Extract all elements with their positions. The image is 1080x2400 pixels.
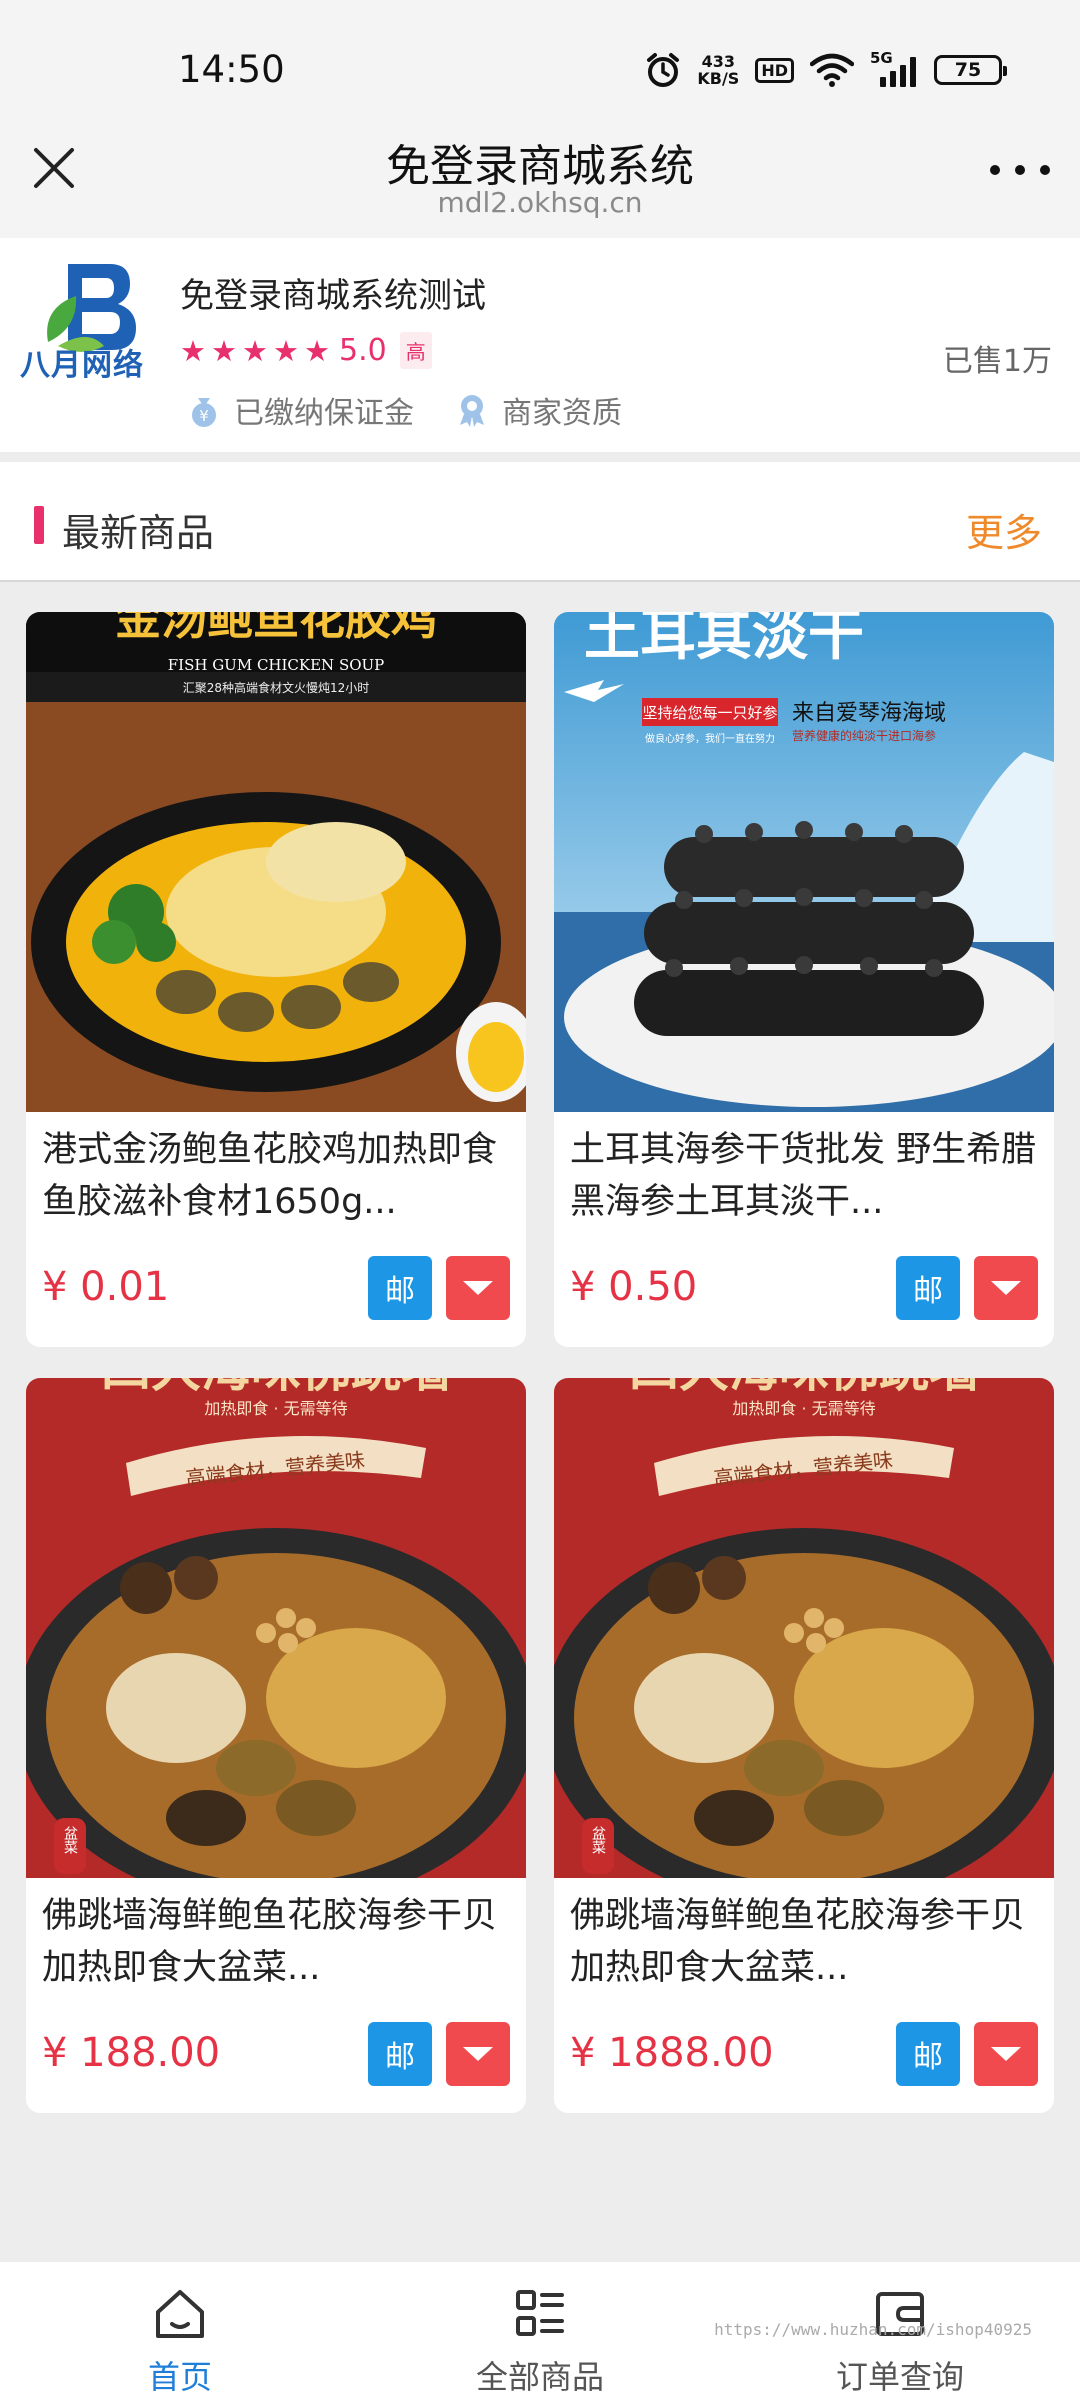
grid-list-icon — [516, 2290, 564, 2336]
chevron-down-icon — [991, 1281, 1021, 1295]
more-link[interactable]: 更多 — [966, 502, 1042, 557]
nav-order-query-label: 订单查询 — [835, 2358, 964, 2396]
rating-score: 5.0 — [339, 333, 387, 368]
deposit-badge: ¥ 已缴纳保证金 — [186, 388, 414, 432]
cellular-signal-icon: 5G — [870, 49, 918, 89]
image-title-text: 金汤鲍鱼花胶鸡 — [114, 612, 437, 645]
image-caption-sub: 营养健康的纯淡干进口海参 — [792, 728, 936, 743]
image-seal: 盆菜 — [590, 1826, 606, 1854]
free-shipping-badge: 邮 — [896, 1256, 960, 1320]
shop-rating: ★ ★ ★ ★ ★ 5.0 高 — [180, 332, 432, 369]
product-card[interactable]: 土耳其淡干 坚持给您每一只好参 做良心好参，我们一直在努力 来自爱琴海海域 营养… — [554, 612, 1054, 1347]
home-icon — [156, 2290, 204, 2338]
star-icon: ★ — [211, 333, 237, 368]
product-image[interactable]: 土耳其淡干 坚持给您每一只好参 做良心好参，我们一直在努力 来自爱琴海海域 营养… — [554, 612, 1054, 1112]
star-icon: ★ — [304, 333, 330, 368]
free-shipping-badge: 邮 — [368, 2022, 432, 2086]
close-button[interactable] — [28, 142, 80, 194]
image-seal: 盆菜 — [62, 1826, 78, 1854]
product-name[interactable]: 佛跳墙海鲜鲍鱼花胶海参干贝加热即食大盆菜... — [42, 1890, 512, 1994]
more-options-button[interactable] — [990, 160, 1050, 180]
product-price: ¥ 188.00 — [42, 2030, 221, 2076]
close-icon — [34, 148, 74, 188]
product-image[interactable]: 金汤鲍鱼花胶鸡 FISH GUM CHICKEN SOUP 汇聚28种高端食材文… — [26, 612, 526, 1112]
product-card[interactable]: 四大海味佛跳墙 加热即食 · 无需等待 高端食材，营养美味 盆菜 佛跳墙海鲜鲍鱼… — [554, 1378, 1054, 2113]
status-bar: 14:50 433 KB/S HD 5G 75 — [0, 0, 1080, 130]
qualification-badge: 商家资质 — [454, 388, 622, 432]
battery-icon: 75 — [934, 55, 1007, 85]
chevron-down-icon — [463, 2047, 493, 2061]
wifi-icon — [810, 53, 854, 87]
section-accent-bar — [34, 506, 44, 544]
star-icon: ★ — [180, 333, 206, 368]
sold-count: 已售1万 — [942, 344, 1052, 379]
expand-button[interactable] — [446, 1256, 510, 1320]
product-price: ¥ 1888.00 — [570, 2030, 774, 2076]
page-title: 免登录商城系统 — [386, 141, 694, 192]
product-image[interactable]: 四大海味佛跳墙 加热即食 · 无需等待 高端食材，营养美味 盆菜 — [554, 1378, 1054, 1878]
nav-home[interactable]: 首页 — [0, 2262, 360, 2400]
product-card[interactable]: 金汤鲍鱼花胶鸡 FISH GUM CHICKEN SOUP 汇聚28种高端食材文… — [26, 612, 526, 1347]
expand-button[interactable] — [446, 2022, 510, 2086]
money-bag-icon: ¥ — [192, 398, 216, 427]
image-tag-text: 坚持给您每一只好参 — [642, 704, 777, 722]
product-image[interactable]: 四大海味佛跳墙 加热即食 · 无需等待 高端食材，营养美味 盆菜 — [26, 1378, 526, 1878]
title-bar: 免登录商城系统 mdl2.okhsq.cn — [0, 130, 1080, 238]
nav-home-label: 首页 — [147, 2358, 212, 2396]
shop-badges: ¥ 已缴纳保证金 商家资质 — [186, 388, 622, 432]
deposit-label: 已缴纳保证金 — [234, 396, 414, 431]
product-price: ¥ 0.50 — [570, 1264, 698, 1310]
svg-text:¥: ¥ — [199, 407, 209, 425]
product-name[interactable]: 港式金汤鲍鱼花胶鸡加热即食鱼胶滋补食材1650g... — [42, 1124, 512, 1228]
chevron-down-icon — [463, 1281, 493, 1295]
more-dot-icon — [990, 165, 1000, 175]
image-subtitle-en: FISH GUM CHICKEN SOUP — [168, 656, 385, 674]
star-icon: ★ — [273, 333, 299, 368]
status-time: 14:50 — [178, 48, 285, 91]
watermark: https://www.huzhan.com/ishop40925 — [714, 2320, 1032, 2339]
product-name[interactable]: 土耳其海参干货批发 野生希腊黑海参土耳其淡干... — [570, 1124, 1040, 1228]
nav-all-products-label: 全部商品 — [475, 2358, 604, 2396]
chevron-down-icon — [991, 2047, 1021, 2061]
image-subtitle-cn: 汇聚28种高端食材文火慢炖12小时 — [183, 680, 370, 695]
expand-button[interactable] — [974, 2022, 1038, 2086]
page-url: mdl2.okhsq.cn — [437, 186, 643, 219]
more-dot-icon — [1040, 165, 1050, 175]
certificate-icon — [460, 395, 484, 427]
nav-all-products[interactable]: 全部商品 — [360, 2262, 720, 2400]
image-subtitle: 加热即食 · 无需等待 — [204, 1399, 347, 1418]
hd-icon: HD — [755, 57, 794, 83]
rating-level-badge: 高 — [399, 332, 432, 369]
product-card[interactable]: 四大海味佛跳墙 加热即食 · 无需等待 高端食材，营养美味 盆菜 佛跳墙海鲜鲍鱼… — [26, 1378, 526, 2113]
image-caption: 来自爱琴海海域 — [792, 701, 946, 726]
status-icons: 433 KB/S HD 5G 75 — [645, 48, 1007, 92]
image-title-text: 土耳其淡干 — [584, 612, 864, 668]
product-price: ¥ 0.01 — [42, 1264, 170, 1310]
latest-products-header: 最新商品 更多 — [0, 462, 1080, 582]
more-dot-icon — [1015, 165, 1025, 175]
star-icon: ★ — [242, 333, 268, 368]
product-name[interactable]: 佛跳墙海鲜鲍鱼花胶海参干贝加热即食大盆菜... — [570, 1890, 1040, 1994]
free-shipping-badge: 邮 — [896, 2022, 960, 2086]
shop-logo-text: 八月网络 — [20, 348, 144, 383]
image-title-text: 四大海味佛跳墙 — [101, 1378, 451, 1398]
qualification-label: 商家资质 — [502, 396, 622, 431]
image-tag-subtext: 做良心好参，我们一直在努力 — [645, 732, 775, 745]
section-title: 最新商品 — [62, 511, 215, 555]
shop-header: 八月网络 免登录商城系统测试 ★ ★ ★ ★ ★ 5.0 高 已售1万 ¥ 已缴… — [0, 238, 1080, 452]
image-subtitle: 加热即食 · 无需等待 — [732, 1399, 875, 1418]
shop-name: 免登录商城系统测试 — [180, 276, 486, 316]
expand-button[interactable] — [974, 1256, 1038, 1320]
image-title-text: 四大海味佛跳墙 — [629, 1378, 979, 1398]
net-speed: 433 KB/S — [697, 52, 740, 88]
alarm-icon — [647, 53, 680, 87]
free-shipping-badge: 邮 — [368, 1256, 432, 1320]
